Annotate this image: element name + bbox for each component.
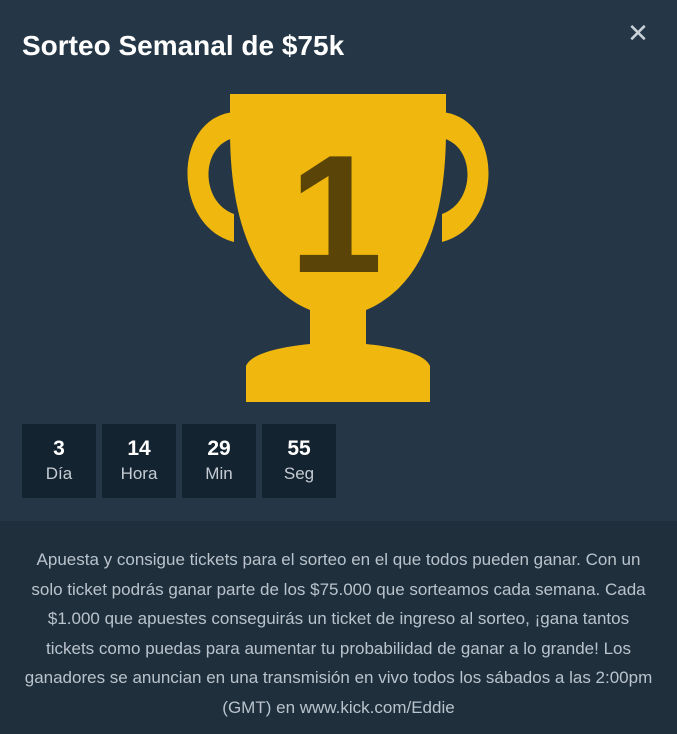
countdown-minutes-value: 29: [207, 437, 231, 460]
trophy-right-handle: [442, 112, 489, 242]
close-icon[interactable]: ✕: [625, 20, 651, 46]
countdown-seconds-unit: Seg: [283, 464, 315, 483]
trophy-icon: 1: [187, 94, 489, 402]
trophy-left-handle: [187, 112, 234, 242]
countdown-hours: 14 Hora: [102, 424, 176, 498]
countdown-hours-value: 14: [127, 437, 151, 460]
countdown-seconds-value: 55: [287, 437, 311, 460]
countdown-minutes-unit: Min: [205, 464, 233, 483]
countdown-seconds: 55 Seg: [262, 424, 336, 498]
description-panel: Apuesta y consigue tickets para el sorte…: [0, 521, 677, 734]
countdown-timer: 3 Día 14 Hora 29 Min 55 Seg: [22, 424, 336, 498]
countdown-days: 3 Día: [22, 424, 96, 498]
countdown-hours-unit: Hora: [120, 464, 158, 483]
raffle-description: Apuesta y consigue tickets para el sorte…: [24, 550, 653, 717]
modal-title: Sorteo Semanal de $75k: [22, 30, 345, 61]
raffle-modal: Sorteo Semanal de $75k ✕ 1 3 Día 14 Hora…: [0, 0, 677, 734]
countdown-days-value: 3: [53, 437, 65, 460]
countdown-days-unit: Día: [45, 464, 73, 483]
countdown-minutes: 29 Min: [182, 424, 256, 498]
trophy-number: 1: [289, 120, 382, 308]
